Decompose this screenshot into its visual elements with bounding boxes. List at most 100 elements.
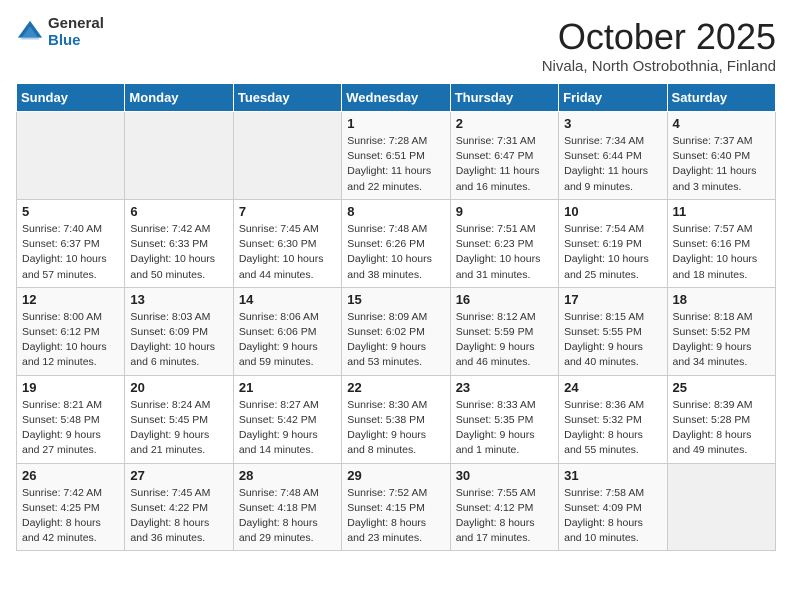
header-row: Sunday Monday Tuesday Wednesday Thursday…	[17, 84, 776, 112]
day-info: Sunrise: 8:33 AM Sunset: 5:35 PM Dayligh…	[456, 398, 553, 459]
calendar: Sunday Monday Tuesday Wednesday Thursday…	[16, 83, 776, 551]
logo: General Blue	[16, 16, 104, 49]
day-number: 2	[456, 116, 553, 131]
day-number: 20	[130, 380, 227, 395]
calendar-cell: 30Sunrise: 7:55 AM Sunset: 4:12 PM Dayli…	[450, 463, 558, 551]
calendar-body: 1 Sunrise: 7:28 AM Sunset: 6:51 PM Daylig…	[17, 112, 776, 551]
day-info: Sunrise: 7:52 AM Sunset: 4:15 PM Dayligh…	[347, 486, 444, 547]
calendar-cell: 27Sunrise: 7:45 AM Sunset: 4:22 PM Dayli…	[125, 463, 233, 551]
calendar-cell: 17Sunrise: 8:15 AM Sunset: 5:55 PM Dayli…	[559, 287, 667, 375]
day-info: Sunrise: 8:18 AM Sunset: 5:52 PM Dayligh…	[673, 310, 770, 371]
day-number: 1	[347, 116, 444, 131]
day-number: 23	[456, 380, 553, 395]
day-number: 18	[673, 292, 770, 307]
day-info: Sunrise: 8:30 AM Sunset: 5:38 PM Dayligh…	[347, 398, 444, 459]
day-info: Sunrise: 8:27 AM Sunset: 5:42 PM Dayligh…	[239, 398, 336, 459]
calendar-cell: 19 Sunrise: 8:21 AM Sunset: 5:48 PM Dayli…	[17, 375, 125, 463]
calendar-week-3: 12 Sunrise: 8:00 AM Sunset: 6:12 PM Dayli…	[17, 287, 776, 375]
header-friday: Friday	[559, 84, 667, 112]
day-number: 15	[347, 292, 444, 307]
calendar-cell: 4Sunrise: 7:37 AM Sunset: 6:40 PM Daylig…	[667, 112, 775, 200]
day-number: 12	[22, 292, 119, 307]
calendar-cell: 12 Sunrise: 8:00 AM Sunset: 6:12 PM Dayli…	[17, 287, 125, 375]
day-number: 22	[347, 380, 444, 395]
calendar-header: Sunday Monday Tuesday Wednesday Thursday…	[17, 84, 776, 112]
location: Nivala, North Ostrobothnia, Finland	[542, 58, 776, 75]
day-number: 28	[239, 468, 336, 483]
day-number: 29	[347, 468, 444, 483]
day-info: Sunrise: 7:51 AM Sunset: 6:23 PM Dayligh…	[456, 222, 553, 283]
day-info: Sunrise: 7:48 AM Sunset: 4:18 PM Dayligh…	[239, 486, 336, 547]
calendar-cell: 29 Sunrise: 7:52 AM Sunset: 4:15 PM Dayli…	[342, 463, 450, 551]
day-info: Sunrise: 7:28 AM Sunset: 6:51 PM Dayligh…	[347, 134, 444, 195]
day-info: Sunrise: 8:15 AM Sunset: 5:55 PM Dayligh…	[564, 310, 661, 371]
day-info: Sunrise: 8:12 AM Sunset: 5:59 PM Dayligh…	[456, 310, 553, 371]
calendar-cell: 31 Sunrise: 7:58 AM Sunset: 4:09 PM Dayli…	[559, 463, 667, 551]
calendar-cell: 16 Sunrise: 8:12 AM Sunset: 5:59 PM Dayli…	[450, 287, 558, 375]
logo-icon	[16, 19, 44, 47]
day-number: 11	[673, 204, 770, 219]
calendar-week-1: 1 Sunrise: 7:28 AM Sunset: 6:51 PM Daylig…	[17, 112, 776, 200]
day-info: Sunrise: 8:36 AM Sunset: 5:32 PM Dayligh…	[564, 398, 661, 459]
day-number: 21	[239, 380, 336, 395]
day-number: 13	[130, 292, 227, 307]
header-tuesday: Tuesday	[233, 84, 341, 112]
day-info: Sunrise: 8:39 AM Sunset: 5:28 PM Dayligh…	[673, 398, 770, 459]
day-info: Sunrise: 7:48 AM Sunset: 6:26 PM Dayligh…	[347, 222, 444, 283]
calendar-cell: 10Sunrise: 7:54 AM Sunset: 6:19 PM Dayli…	[559, 199, 667, 287]
calendar-cell: 15 Sunrise: 8:09 AM Sunset: 6:02 PM Dayli…	[342, 287, 450, 375]
calendar-cell	[667, 463, 775, 551]
calendar-week-4: 19 Sunrise: 8:21 AM Sunset: 5:48 PM Dayli…	[17, 375, 776, 463]
day-number: 31	[564, 468, 661, 483]
day-info: Sunrise: 7:40 AM Sunset: 6:37 PM Dayligh…	[22, 222, 119, 283]
calendar-cell: 26 Sunrise: 7:42 AM Sunset: 4:25 PM Dayli…	[17, 463, 125, 551]
day-info: Sunrise: 7:42 AM Sunset: 4:25 PM Dayligh…	[22, 486, 119, 547]
logo-text: General Blue	[48, 16, 104, 49]
calendar-cell: 9Sunrise: 7:51 AM Sunset: 6:23 PM Daylig…	[450, 199, 558, 287]
day-number: 16	[456, 292, 553, 307]
day-number: 26	[22, 468, 119, 483]
title-section: October 2025 Nivala, North Ostrobothnia,…	[542, 16, 776, 75]
calendar-cell: 2 Sunrise: 7:31 AM Sunset: 6:47 PM Daylig…	[450, 112, 558, 200]
calendar-cell: 28 Sunrise: 7:48 AM Sunset: 4:18 PM Dayli…	[233, 463, 341, 551]
calendar-cell: 14Sunrise: 8:06 AM Sunset: 6:06 PM Dayli…	[233, 287, 341, 375]
day-info: Sunrise: 8:09 AM Sunset: 6:02 PM Dayligh…	[347, 310, 444, 371]
calendar-cell: 13 Sunrise: 8:03 AM Sunset: 6:09 PM Dayli…	[125, 287, 233, 375]
day-number: 14	[239, 292, 336, 307]
calendar-cell: 1 Sunrise: 7:28 AM Sunset: 6:51 PM Daylig…	[342, 112, 450, 200]
calendar-cell: 7Sunrise: 7:45 AM Sunset: 6:30 PM Daylig…	[233, 199, 341, 287]
day-info: Sunrise: 7:42 AM Sunset: 6:33 PM Dayligh…	[130, 222, 227, 283]
calendar-cell: 18 Sunrise: 8:18 AM Sunset: 5:52 PM Dayli…	[667, 287, 775, 375]
day-info: Sunrise: 7:58 AM Sunset: 4:09 PM Dayligh…	[564, 486, 661, 547]
calendar-cell: 21 Sunrise: 8:27 AM Sunset: 5:42 PM Dayli…	[233, 375, 341, 463]
calendar-cell	[17, 112, 125, 200]
calendar-week-2: 5 Sunrise: 7:40 AM Sunset: 6:37 PM Daylig…	[17, 199, 776, 287]
day-info: Sunrise: 8:03 AM Sunset: 6:09 PM Dayligh…	[130, 310, 227, 371]
day-number: 25	[673, 380, 770, 395]
calendar-cell: 24 Sunrise: 8:36 AM Sunset: 5:32 PM Dayli…	[559, 375, 667, 463]
calendar-cell: 6Sunrise: 7:42 AM Sunset: 6:33 PM Daylig…	[125, 199, 233, 287]
header-thursday: Thursday	[450, 84, 558, 112]
day-number: 8	[347, 204, 444, 219]
day-number: 24	[564, 380, 661, 395]
calendar-cell: 20 Sunrise: 8:24 AM Sunset: 5:45 PM Dayli…	[125, 375, 233, 463]
day-info: Sunrise: 7:31 AM Sunset: 6:47 PM Dayligh…	[456, 134, 553, 195]
day-info: Sunrise: 8:00 AM Sunset: 6:12 PM Dayligh…	[22, 310, 119, 371]
day-info: Sunrise: 8:21 AM Sunset: 5:48 PM Dayligh…	[22, 398, 119, 459]
day-info: Sunrise: 7:34 AM Sunset: 6:44 PM Dayligh…	[564, 134, 661, 195]
day-number: 10	[564, 204, 661, 219]
header-monday: Monday	[125, 84, 233, 112]
day-info: Sunrise: 8:24 AM Sunset: 5:45 PM Dayligh…	[130, 398, 227, 459]
day-number: 30	[456, 468, 553, 483]
calendar-cell: 23 Sunrise: 8:33 AM Sunset: 5:35 PM Dayli…	[450, 375, 558, 463]
page-header: General Blue October 2025 Nivala, North …	[16, 16, 776, 75]
calendar-week-5: 26 Sunrise: 7:42 AM Sunset: 4:25 PM Dayli…	[17, 463, 776, 551]
month-title: October 2025	[542, 16, 776, 58]
day-number: 5	[22, 204, 119, 219]
day-number: 19	[22, 380, 119, 395]
day-number: 27	[130, 468, 227, 483]
logo-general: General	[48, 16, 104, 33]
day-number: 4	[673, 116, 770, 131]
calendar-cell: 5 Sunrise: 7:40 AM Sunset: 6:37 PM Daylig…	[17, 199, 125, 287]
calendar-cell: 22 Sunrise: 8:30 AM Sunset: 5:38 PM Dayli…	[342, 375, 450, 463]
